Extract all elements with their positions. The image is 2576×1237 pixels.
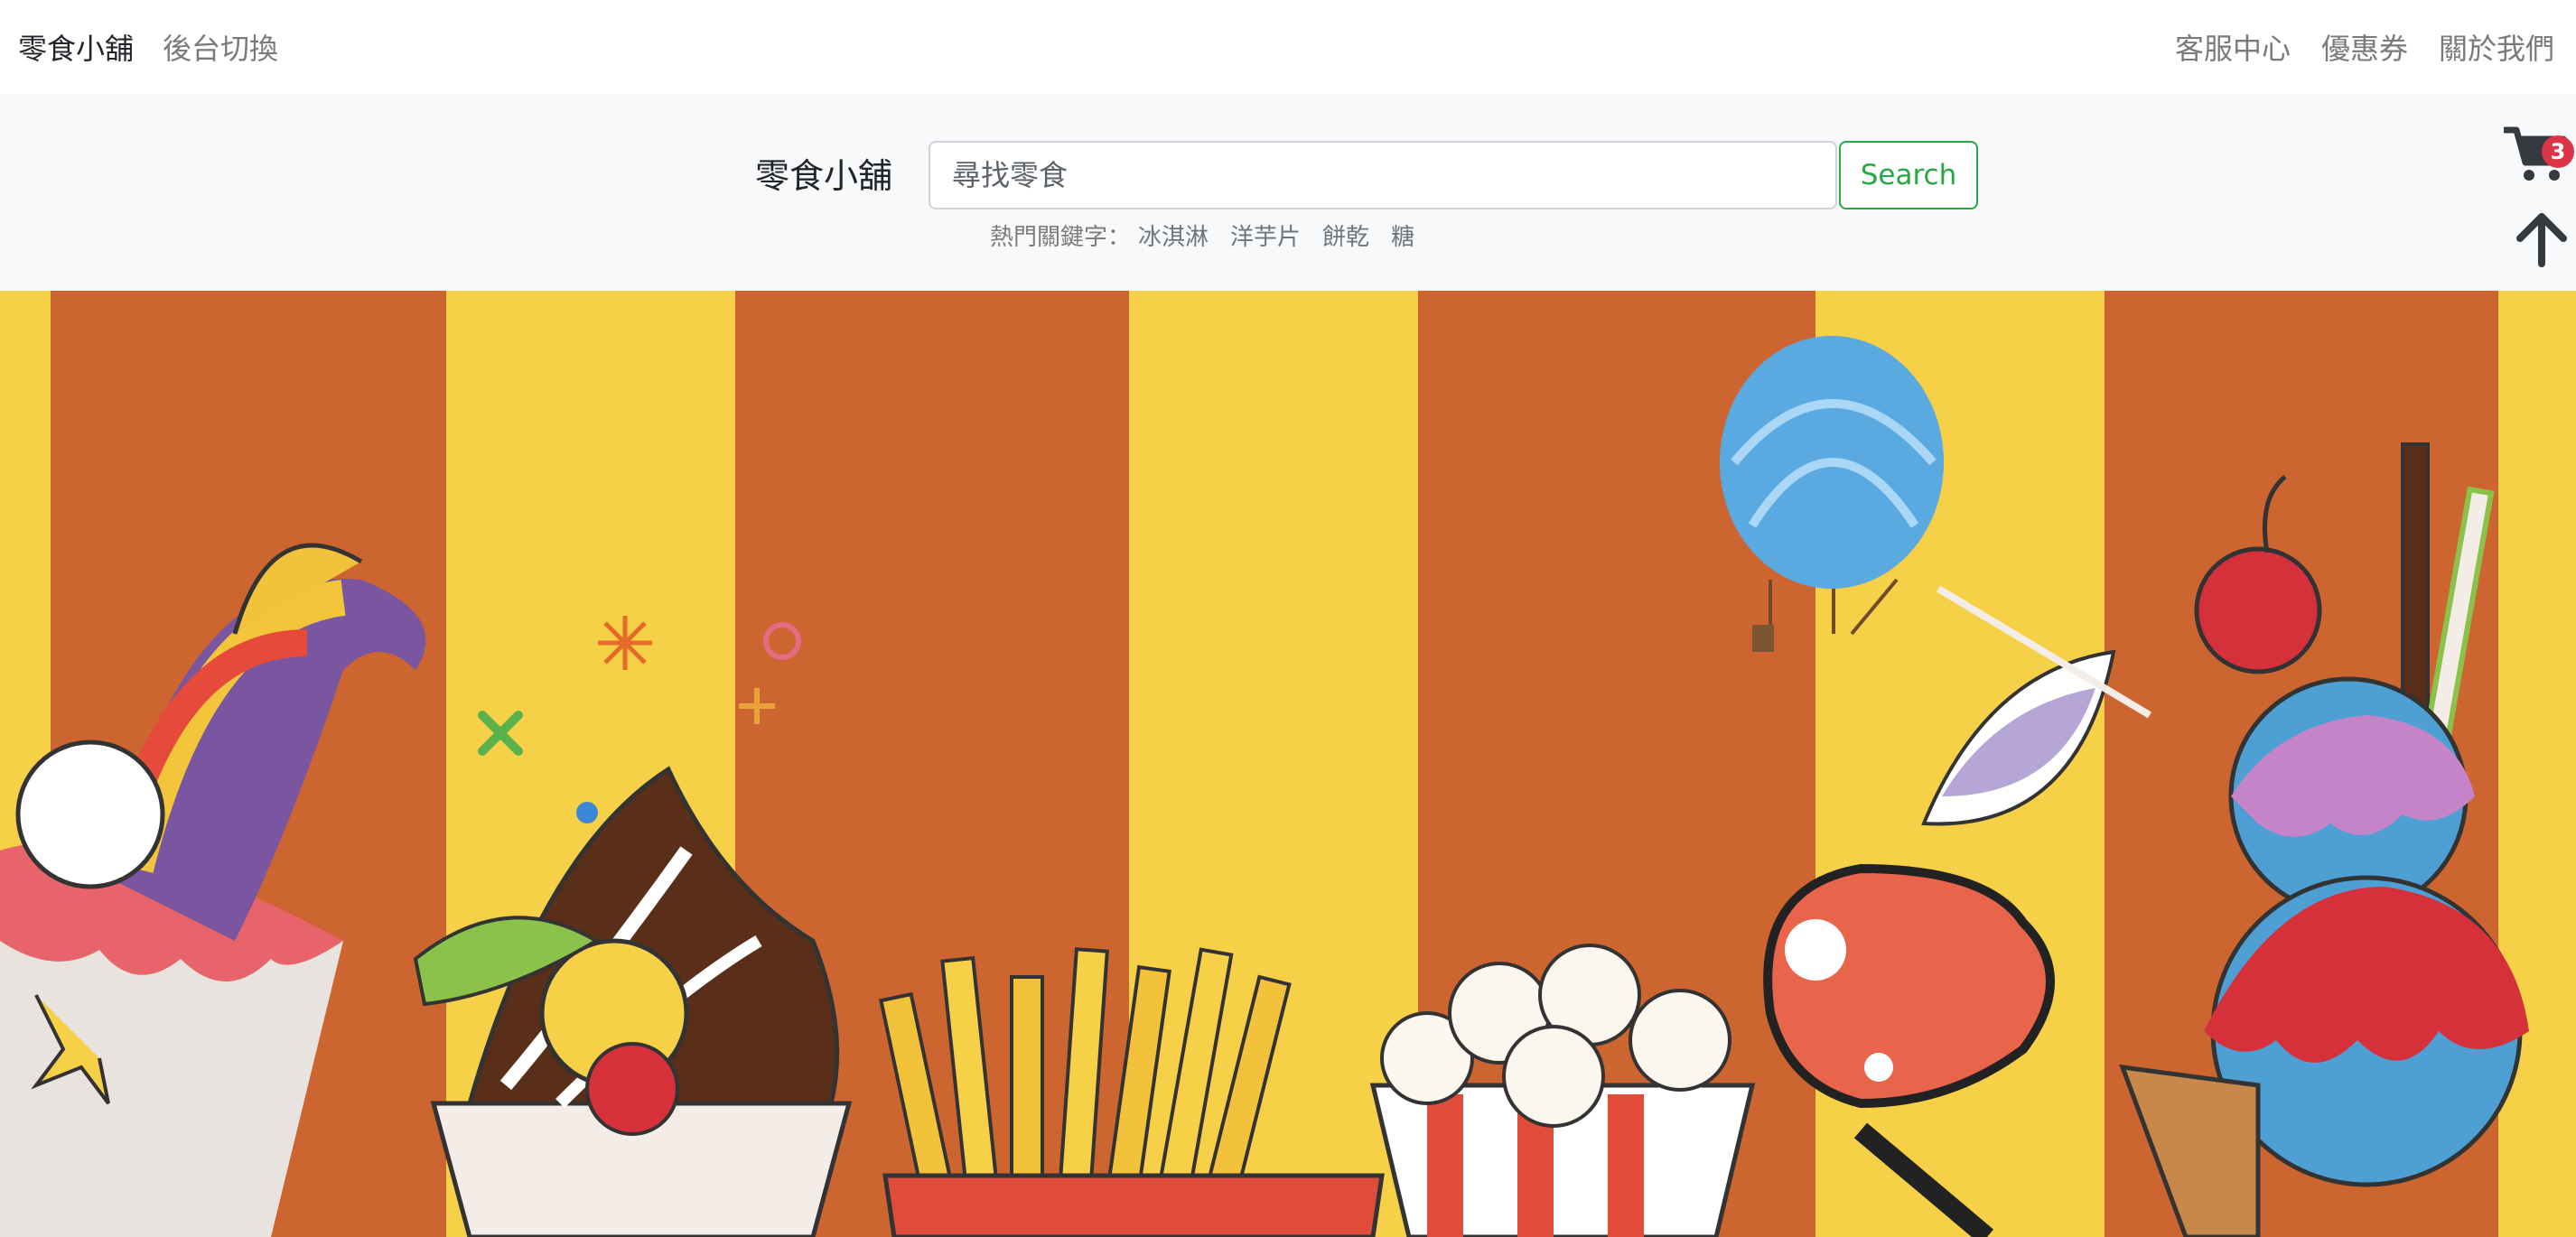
nav-backend-switch[interactable]: 後台切換 <box>163 26 278 68</box>
hot-keyword-candy[interactable]: 糖 <box>1391 219 1414 252</box>
nav-customer-service[interactable]: 客服中心 <box>2175 26 2291 68</box>
search-section: 零食小舖 Search 熱門關鍵字： 冰淇淋 洋芋片 餅乾 糖 <box>0 94 2576 291</box>
nav-about-us[interactable]: 關於我們 <box>2439 26 2554 68</box>
navbar-brand[interactable]: 零食小舖 <box>18 26 134 68</box>
cart-button[interactable]: 3 <box>2502 125 2576 188</box>
top-navbar: 零食小舖 後台切換 客服中心 優惠券 關於我們 <box>0 0 2576 94</box>
hot-keywords-label: 熱門關鍵字： <box>990 224 1132 251</box>
arrow-up-icon <box>2516 213 2567 267</box>
cart-count-badge: 3 <box>2542 135 2574 168</box>
hot-keyword-ice-cream[interactable]: 冰淇淋 <box>1138 219 1209 252</box>
hero-banner <box>0 291 2576 1237</box>
back-to-top-button[interactable] <box>2513 209 2571 267</box>
search-title: 零食小舖 <box>755 156 893 196</box>
banner-illustration <box>0 291 2576 1237</box>
navbar-right-links: 客服中心 優惠券 關於我們 <box>2175 26 2558 68</box>
nav-coupons[interactable]: 優惠券 <box>2321 26 2408 68</box>
search-input[interactable] <box>929 141 1837 209</box>
hot-keywords: 熱門關鍵字： 冰淇淋 洋芋片 餅乾 糖 <box>990 219 1436 252</box>
hot-keyword-cookies[interactable]: 餅乾 <box>1322 219 1369 252</box>
hot-keyword-chips[interactable]: 洋芋片 <box>1230 219 1301 252</box>
search-button[interactable]: Search <box>1839 141 1978 209</box>
